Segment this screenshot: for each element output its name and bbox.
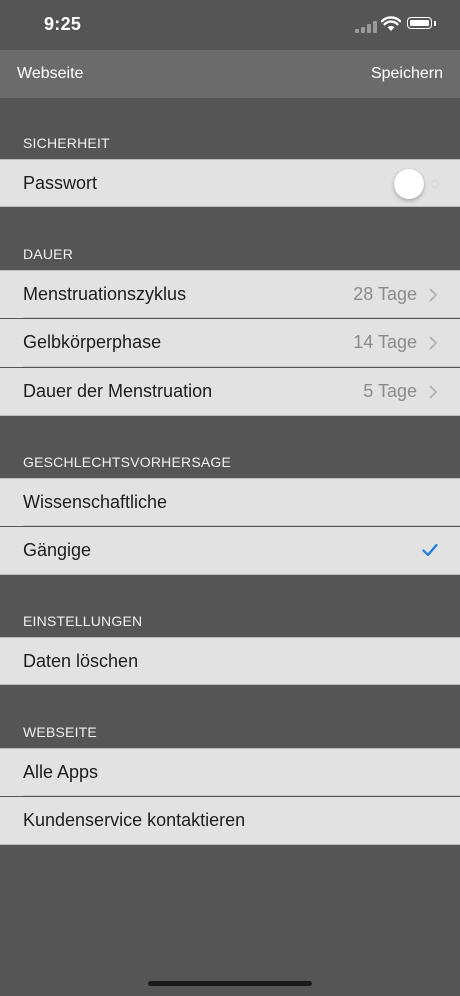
toggle-off-indicator — [431, 180, 439, 188]
chevron-right-icon — [429, 336, 438, 350]
scientific-label: Wissenschaftliche — [23, 492, 168, 512]
section-header-security: SICHERHEIT — [23, 135, 110, 151]
list-item-common[interactable]: Gängige — [0, 527, 460, 575]
list-item-contact-support[interactable]: Kundenservice kontaktieren — [0, 797, 460, 845]
period-duration-label: Dauer der Menstruation — [23, 381, 213, 401]
cycle-value: 28 Tage — [353, 284, 417, 304]
battery-icon — [407, 17, 436, 29]
period-duration-value: 5 Tage — [363, 381, 417, 401]
status-time: 9:25 — [44, 14, 82, 34]
list-item-scientific[interactable]: Wissenschaftliche — [0, 478, 460, 526]
checkmark-icon — [422, 543, 438, 557]
password-toggle[interactable] — [394, 169, 446, 199]
save-button[interactable]: Speichern — [371, 65, 443, 83]
password-row: Passwort — [0, 159, 460, 207]
luteal-phase-value: 14 Tage — [353, 332, 417, 352]
section-header-duration: DAUER — [23, 246, 74, 262]
password-label: Passwort — [23, 173, 98, 193]
list-item-luteal-phase[interactable]: Gelbkörperphase 14 Tage — [0, 319, 460, 367]
all-apps-label: Alle Apps — [23, 762, 99, 782]
toggle-knob — [394, 169, 424, 199]
list-item-delete-data[interactable]: Daten löschen — [0, 637, 460, 685]
delete-data-label: Daten löschen — [23, 651, 139, 671]
cellular-signal-icon — [355, 21, 377, 33]
website-nav-button[interactable]: Webseite — [17, 65, 83, 83]
navigation-bar: Webseite Speichern — [0, 50, 460, 98]
section-header-website: WEBSEITE — [23, 724, 97, 740]
cycle-label: Menstruationszyklus — [23, 284, 187, 304]
section-header-gender-prediction: GESCHLECHTSVORHERSAGE — [23, 454, 232, 470]
list-item-period-duration[interactable]: Dauer der Menstruation 5 Tage — [0, 368, 460, 416]
status-bar: 9:25 — [0, 0, 460, 50]
chevron-right-icon — [429, 288, 438, 302]
section-header-settings: EINSTELLUNGEN — [23, 613, 143, 629]
chevron-right-icon — [429, 385, 438, 399]
home-indicator[interactable] — [148, 981, 312, 986]
contact-support-label: Kundenservice kontaktieren — [23, 810, 246, 830]
luteal-phase-label: Gelbkörperphase — [23, 332, 162, 352]
list-item-all-apps[interactable]: Alle Apps — [0, 748, 460, 796]
common-label: Gängige — [23, 540, 92, 560]
wifi-icon — [381, 16, 401, 31]
list-item-cycle[interactable]: Menstruationszyklus 28 Tage — [0, 270, 460, 318]
